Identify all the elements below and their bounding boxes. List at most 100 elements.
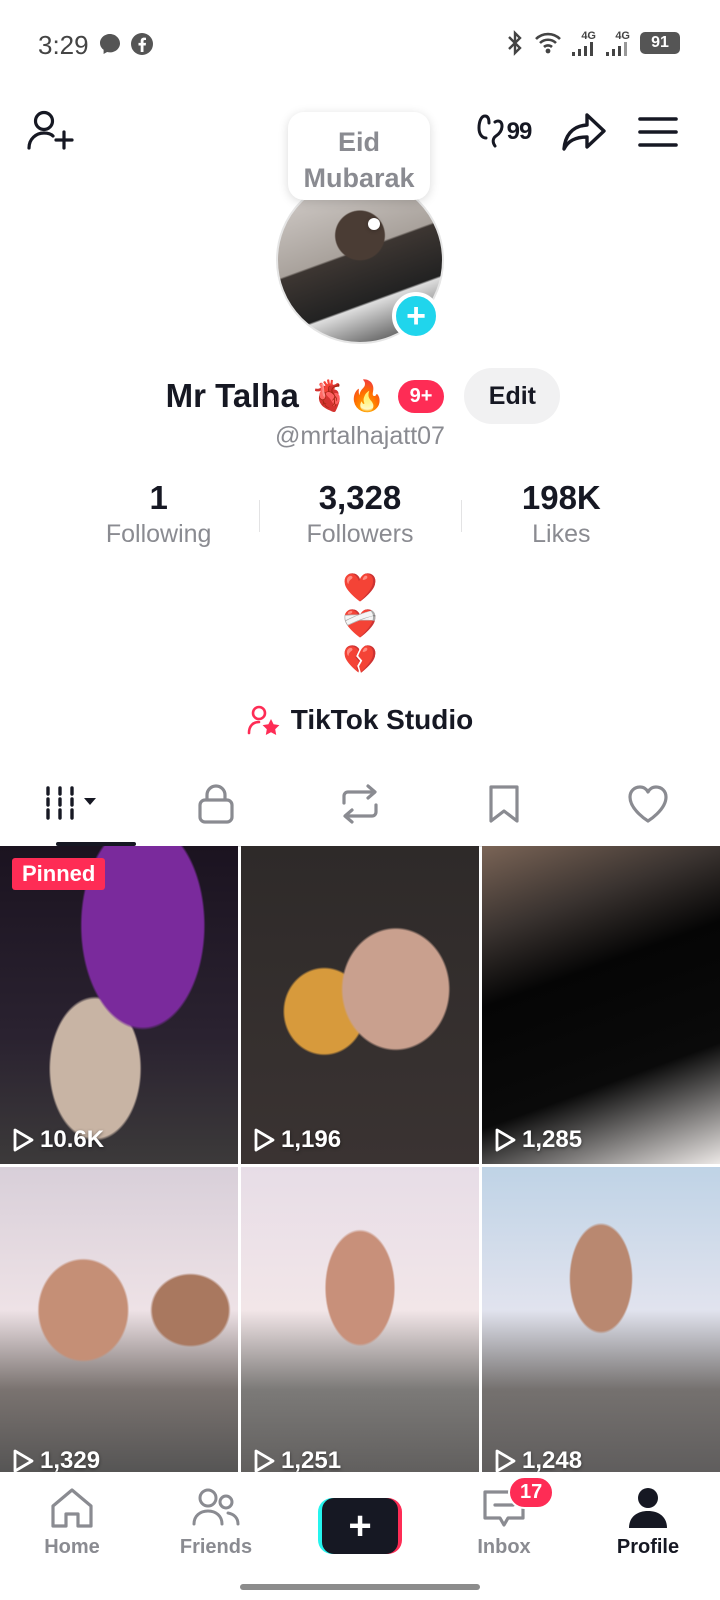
stat-label: Followers (306, 520, 414, 548)
signal-4g-icon: 4G (606, 30, 630, 56)
status-bar: 3:29 4G 4G 91 (0, 0, 720, 90)
stat-followers[interactable]: 3,328 Followers (259, 478, 460, 550)
stat-label: Following (105, 520, 212, 548)
view-count: 10.6K (12, 1126, 104, 1154)
view-count: 1,329 (12, 1447, 100, 1475)
signal-4g-icon: 4G (572, 30, 596, 56)
share-icon (562, 113, 606, 151)
nav-label: Friends (179, 1536, 253, 1558)
video-tile[interactable]: 1,248 (482, 1167, 720, 1485)
bottom-navigation: Home Friends + 17 Inbox Profile (0, 1472, 720, 1600)
play-icon (495, 1128, 516, 1152)
unique-id-button[interactable]: 99 (474, 108, 534, 156)
unique-id-count: 99 (506, 118, 533, 145)
nav-label: Inbox (477, 1536, 531, 1558)
lock-icon (198, 784, 234, 824)
add-friend-button[interactable] (26, 108, 78, 156)
profile-avatar-container: + (276, 176, 444, 344)
stat-likes[interactable]: 198K Likes (460, 478, 662, 550)
tiktok-studio-link[interactable]: TikTok Studio (0, 704, 720, 736)
profile-bio: ❤️ ❤️‍🩹 💔 (0, 570, 720, 678)
bluetooth-icon (508, 30, 522, 56)
tab-private[interactable] (144, 762, 288, 846)
unique-id-icon (477, 114, 504, 148)
home-icon (51, 1488, 93, 1528)
repost-icon (342, 784, 378, 824)
tab-reposts[interactable] (288, 762, 432, 846)
nav-inbox[interactable]: 17 Inbox (432, 1472, 576, 1600)
menu-button[interactable] (634, 108, 682, 156)
friends-icon (192, 1488, 240, 1526)
profile-tabs (0, 762, 720, 846)
profile-icon (629, 1488, 667, 1528)
bio-line: ❤️ (342, 572, 378, 603)
stat-value: 1 (149, 479, 168, 516)
add-story-button[interactable]: + (392, 292, 440, 340)
video-tile[interactable]: Pinned 10.6K (0, 846, 238, 1164)
profile-name-row: Mr Talha 🫀🔥 9+ Edit (0, 368, 720, 424)
tab-videos[interactable] (0, 762, 144, 846)
grid-icon (46, 786, 96, 820)
play-icon (254, 1128, 275, 1152)
video-tile[interactable]: 1,285 (482, 846, 720, 1164)
view-count: 1,251 (253, 1447, 341, 1475)
view-count-text: 1,285 (522, 1126, 583, 1153)
nav-profile[interactable]: Profile (576, 1472, 720, 1600)
play-icon (495, 1449, 516, 1473)
play-icon (13, 1128, 34, 1152)
top-actions: 99 (474, 108, 682, 156)
view-count: 1,196 (253, 1126, 341, 1154)
pinned-badge: Pinned (12, 858, 106, 890)
view-count-text: 1,251 (281, 1447, 342, 1474)
nav-create[interactable]: + (288, 1472, 432, 1600)
nav-friends[interactable]: Friends (144, 1472, 288, 1600)
menu-icon (638, 117, 678, 147)
bio-line: 💔 (342, 644, 378, 675)
home-indicator (240, 1584, 480, 1590)
profile-name-emojis: 🫀🔥 (310, 379, 386, 413)
share-profile-button[interactable] (560, 108, 608, 156)
view-count-text: 1,248 (522, 1447, 583, 1474)
create-button[interactable]: + (318, 1498, 402, 1554)
play-icon (254, 1449, 275, 1473)
view-count-text: 1,329 (40, 1447, 101, 1474)
bookmark-icon (489, 785, 519, 823)
status-time: 3:29 (38, 30, 89, 60)
stat-following[interactable]: 1 Following (58, 478, 259, 550)
wifi-icon (535, 32, 561, 54)
profile-stats: 1 Following 3,328 Followers 198K Likes (58, 478, 662, 550)
facebook-icon (131, 33, 153, 55)
nav-home[interactable]: Home (0, 1472, 144, 1600)
nav-label: Home (44, 1536, 100, 1558)
tab-liked[interactable] (576, 762, 720, 846)
stat-value: 3,328 (318, 479, 402, 516)
view-count: 1,285 (494, 1126, 582, 1154)
heart-icon (628, 785, 668, 823)
note-bubble-tail (368, 218, 380, 230)
video-tile[interactable]: 1,196 (241, 846, 479, 1164)
add-friend-icon (27, 110, 74, 150)
plus-icon: + (322, 1498, 398, 1554)
nav-label: Profile (616, 1536, 680, 1558)
bio-line: ❤️‍🩹 (342, 608, 378, 639)
view-count: 1,248 (494, 1447, 582, 1475)
view-count-text: 10.6K (40, 1126, 105, 1153)
tiktok-studio-label: TikTok Studio (290, 704, 474, 735)
profile-note-bubble[interactable]: Eid Mubarak (288, 112, 430, 200)
creator-star-icon (247, 705, 280, 735)
profile-handle: @mrtalhajatt07 (275, 422, 445, 450)
video-tile[interactable]: 1,251 (241, 1167, 479, 1485)
play-icon (13, 1449, 34, 1473)
video-tile[interactable]: 1,329 (0, 1167, 238, 1485)
view-count-text: 1,196 (281, 1126, 342, 1153)
stat-value: 198K (521, 479, 601, 516)
inbox-badge: 17 (508, 1476, 555, 1509)
profile-note-text: Eid Mubarak (303, 127, 415, 193)
video-grid: Pinned 10.6K 1,196 1,285 1,329 1,251 1,2… (0, 846, 720, 1485)
plus-icon: + (406, 297, 426, 335)
tab-favorites[interactable] (432, 762, 576, 846)
notification-badge[interactable]: 9+ (397, 379, 445, 413)
stat-label: Likes (532, 520, 591, 548)
edit-profile-button[interactable]: Edit (464, 368, 561, 424)
messenger-icon (100, 34, 120, 54)
